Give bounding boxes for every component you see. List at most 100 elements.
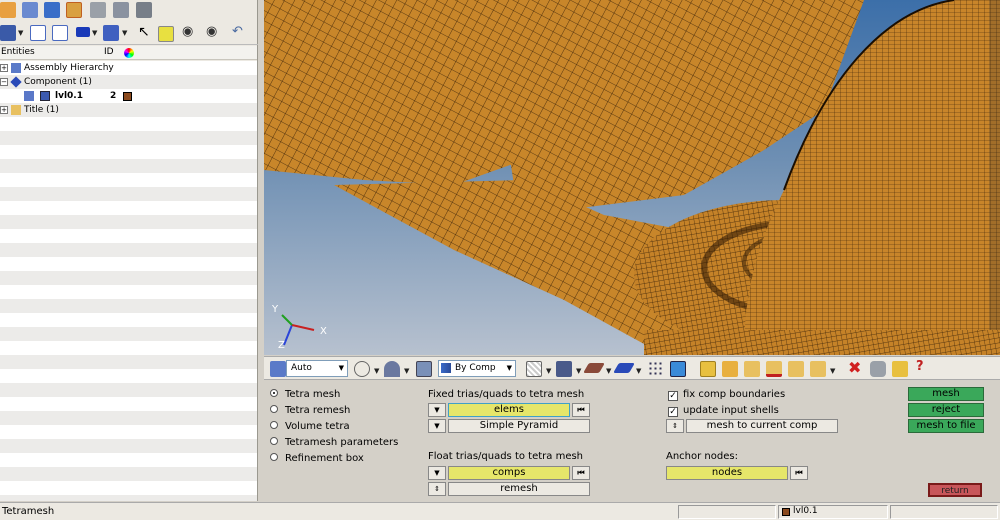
comp-reverse-icon[interactable] [788, 361, 804, 377]
option-tetra-mesh[interactable]: Tetra mesh [270, 389, 340, 401]
shaded-icon[interactable] [384, 361, 400, 377]
float-selector-dropdown[interactable]: ▼ [428, 466, 446, 480]
expand-icon[interactable]: + [0, 106, 8, 114]
assembly-icon [11, 63, 21, 73]
tree-item-component[interactable]: − Component (1) [0, 75, 257, 89]
float-comps-selector[interactable]: comps [448, 466, 570, 480]
chevron-down-icon[interactable]: ▼ [546, 367, 551, 375]
mesh-mode-icon[interactable] [270, 361, 286, 377]
chevron-down-icon[interactable]: ▼ [122, 29, 127, 37]
mesh-button[interactable]: mesh [908, 387, 984, 401]
fix-comp-boundaries-checkbox[interactable]: ✓ fix comp boundaries [668, 389, 785, 401]
float-method-value[interactable]: remesh [448, 482, 590, 496]
connector-browser-icon[interactable] [22, 2, 38, 18]
reset-selection-icon[interactable]: ⏮ [790, 466, 808, 480]
comp-isolate-icon[interactable] [722, 361, 738, 377]
tree-item-lvl0-1[interactable]: lvl0.1 2 [0, 89, 257, 103]
column-entities[interactable]: Entities [1, 47, 35, 57]
solver-browser-icon[interactable] [113, 2, 129, 18]
option-label: Tetra mesh [285, 389, 341, 400]
radio-selected-icon[interactable] [270, 389, 278, 397]
fixed-selector-dropdown[interactable]: ▼ [428, 403, 446, 417]
chevron-down-icon[interactable]: ▼ [404, 367, 409, 375]
element-display-icon[interactable] [556, 361, 572, 377]
column-id[interactable]: ID [104, 47, 114, 57]
mesh-target-toggle[interactable]: ⇕ [666, 419, 684, 433]
part-browser-icon[interactable] [44, 2, 60, 18]
cube-icon[interactable] [416, 361, 432, 377]
transparency-icon[interactable] [526, 361, 542, 377]
checkmark-icon[interactable]: ✓ [668, 407, 678, 417]
chevron-down-icon[interactable]: ▼ [374, 367, 379, 375]
expand-icon[interactable]: + [0, 64, 8, 72]
component-part-icon [24, 91, 34, 101]
comp-color-icon[interactable] [700, 361, 716, 377]
fixed-elems-selector[interactable]: elems [448, 403, 570, 417]
eye-icon[interactable]: ◉ [182, 25, 198, 41]
display-mode-value: Auto [291, 363, 312, 373]
include-browser-icon[interactable] [136, 2, 152, 18]
chevron-down-icon[interactable]: ▼ [636, 367, 641, 375]
monitor-icon[interactable] [670, 361, 686, 377]
comp-filter-icon[interactable] [810, 361, 826, 377]
checkmark-icon[interactable]: ✓ [668, 391, 678, 401]
reset-selection-icon[interactable]: ⏮ [572, 466, 590, 480]
update-input-shells-checkbox[interactable]: ✓ update input shells [668, 405, 779, 417]
comp-show-icon[interactable] [744, 361, 760, 377]
show-entity-icon[interactable] [76, 27, 90, 37]
expand-tree-icon[interactable] [30, 25, 46, 41]
fixed-method-value[interactable]: Simple Pyramid [448, 419, 590, 433]
radio-icon[interactable] [270, 453, 278, 461]
display-toggle-icon[interactable] [0, 25, 16, 41]
option-volume-tetra[interactable]: Volume tetra [270, 421, 350, 433]
isolate-icon[interactable] [158, 26, 174, 42]
chevron-down-icon[interactable]: ▼ [576, 367, 581, 375]
component-color-swatch[interactable] [123, 92, 132, 101]
delete-icon[interactable]: ✖ [848, 360, 864, 376]
comp-hide-icon[interactable] [766, 361, 782, 377]
reject-button[interactable]: reject [908, 403, 984, 417]
chevron-down-icon[interactable]: ▼ [92, 29, 97, 37]
display-mode-dropdown[interactable]: Auto ▼ [286, 360, 348, 377]
return-button[interactable]: return [928, 483, 982, 497]
color-by-dropdown[interactable]: By Comp ▼ [438, 360, 516, 377]
swirl-icon[interactable]: ↶ [232, 25, 248, 41]
cylinder-icon[interactable] [870, 361, 886, 377]
wireframe-icon[interactable] [354, 361, 370, 377]
fixed-method-dropdown[interactable]: ▼ [428, 419, 446, 433]
tree-item-assembly-hierarchy[interactable]: + Assembly Hierarchy [0, 61, 257, 75]
mesh-to-current-comp[interactable]: mesh to current comp [686, 419, 838, 433]
chevron-down-icon[interactable]: ▼ [606, 367, 611, 375]
help-icon[interactable]: ? [916, 359, 932, 375]
anchor-nodes-selector[interactable]: nodes [666, 466, 788, 480]
reset-selection-icon[interactable]: ⏮ [572, 403, 590, 417]
utility-browser-icon[interactable] [66, 2, 82, 18]
mask-browser-icon[interactable] [90, 2, 106, 18]
chevron-down-icon[interactable]: ▼ [830, 367, 835, 375]
option-tetra-remesh[interactable]: Tetra remesh [270, 405, 350, 417]
status-cell-empty [890, 505, 998, 519]
collapse-icon[interactable]: − [0, 78, 8, 86]
option-tetramesh-parameters[interactable]: Tetramesh parameters [270, 437, 398, 449]
chevron-down-icon[interactable]: ▼ [18, 29, 23, 37]
collapse-tree-icon[interactable] [52, 25, 68, 41]
mesh-to-file-button[interactable]: mesh to file [908, 419, 984, 433]
float-method-toggle[interactable]: ⇕ [428, 482, 446, 496]
graphics-viewport[interactable]: Y Z X [264, 0, 1000, 355]
float-trias-label: Float trias/quads to tetra mesh [428, 451, 584, 462]
option-refinement-box[interactable]: Refinement box [270, 453, 364, 465]
model-browser-icon[interactable] [0, 2, 16, 18]
hide-entity-icon[interactable] [103, 25, 119, 41]
radio-icon[interactable] [270, 405, 278, 413]
plane-display-icon[interactable] [613, 363, 635, 373]
radio-icon[interactable] [270, 421, 278, 429]
grid-dots-icon[interactable] [648, 361, 664, 377]
shell-display-icon[interactable] [583, 363, 605, 373]
current-component-indicator[interactable]: lvl0.1 [778, 505, 888, 519]
eye-reverse-icon[interactable]: ◉ [206, 25, 222, 41]
star-icon[interactable] [892, 361, 908, 377]
color-wheel-icon[interactable] [124, 48, 134, 58]
cursor-select-icon[interactable]: ↖ [138, 25, 150, 41]
radio-icon[interactable] [270, 437, 278, 445]
tree-item-title[interactable]: + Title (1) [0, 103, 257, 117]
